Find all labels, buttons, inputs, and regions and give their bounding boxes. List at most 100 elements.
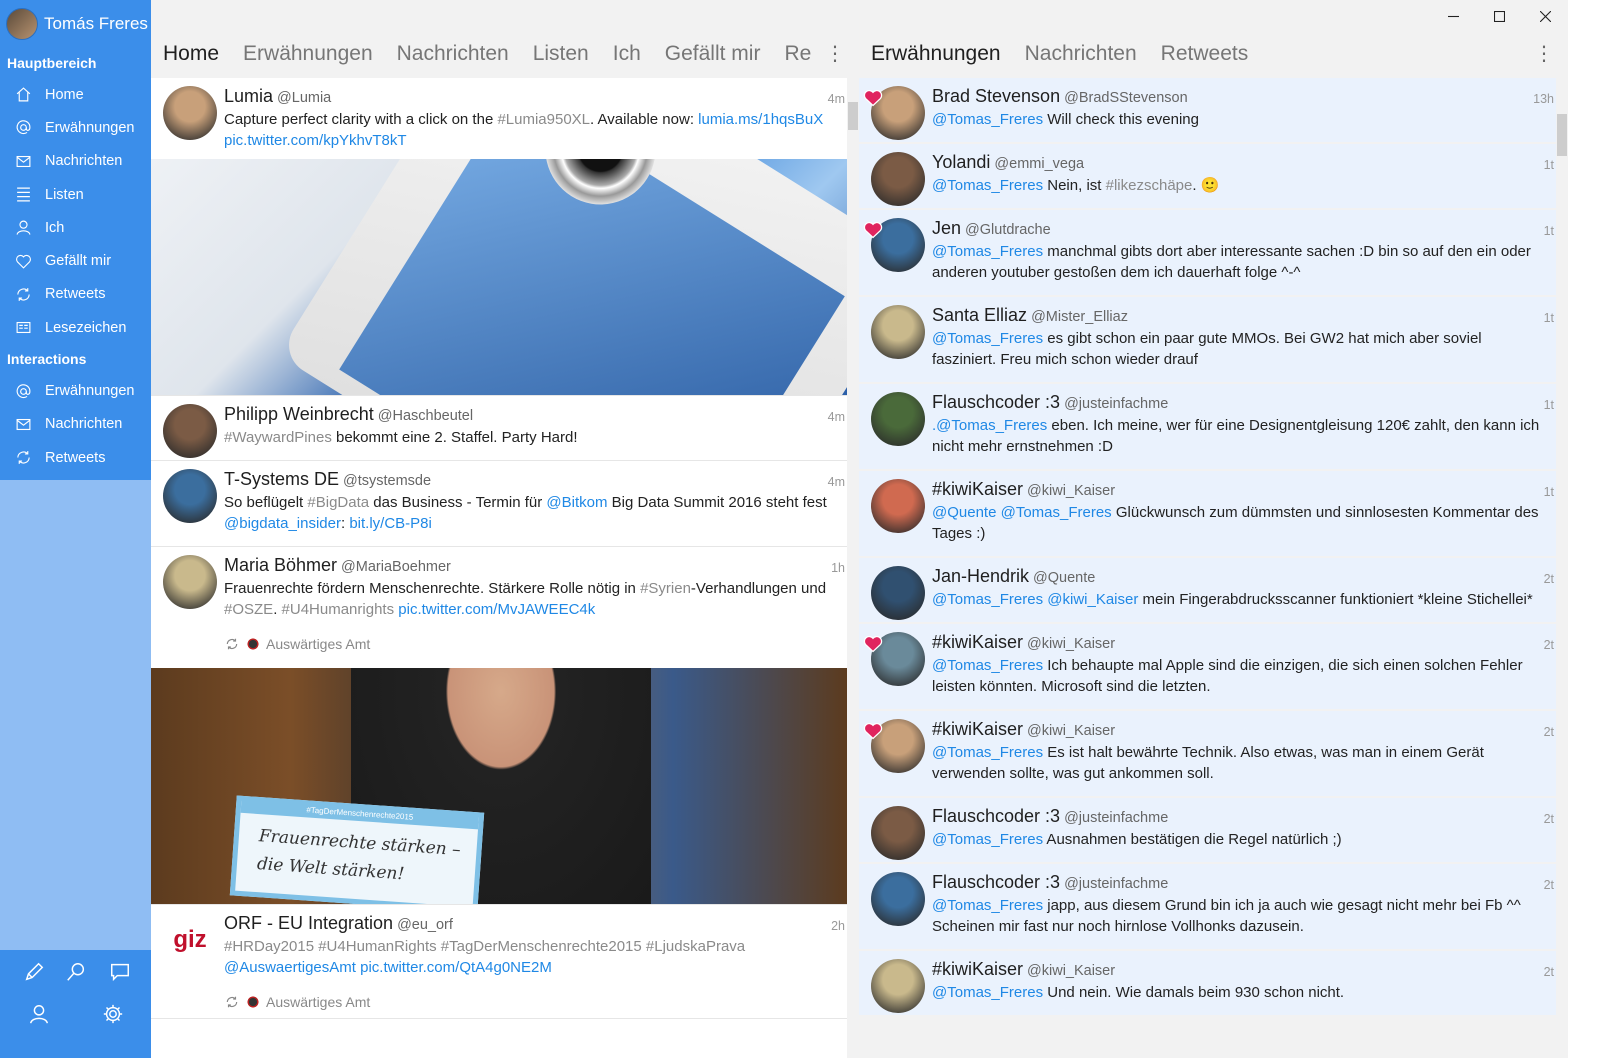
tweet-link[interactable]: @Tomas_Freres xyxy=(932,177,1043,194)
tweet-author-handle[interactable]: @Quente xyxy=(1033,570,1095,586)
tab-3[interactable]: Listen xyxy=(533,42,589,66)
tweet[interactable]: Philipp Weinbrecht @Haschbeutel 4m #Wayward… xyxy=(151,396,847,461)
tweet-link[interactable]: @Tomas_Freres xyxy=(932,243,1043,260)
tweet-author-handle[interactable]: @kiwi_Kaiser xyxy=(1027,483,1115,499)
avatar[interactable]: giz xyxy=(163,913,217,967)
hashtag[interactable]: #U4Humanrights xyxy=(282,601,395,618)
avatar[interactable] xyxy=(163,86,217,140)
tweet[interactable]: #kiwiKaiser @kiwi_Kaiser 2t @Tomas_Freres I… xyxy=(859,624,1556,711)
tweet[interactable]: #kiwiKaiser @kiwi_Kaiser 2t @Tomas_Freres U… xyxy=(859,951,1556,1017)
tweet-author-name[interactable]: #kiwiKaiser xyxy=(932,479,1023,499)
tweet-link[interactable]: @Tomas_Freres xyxy=(932,831,1043,848)
scrollbar[interactable] xyxy=(1556,78,1568,1058)
tweet-author-handle[interactable]: @justeinfachme xyxy=(1064,876,1168,892)
sidebar-item-main-listen[interactable]: Listen xyxy=(0,178,151,211)
tweet-author-name[interactable]: Flauschcoder :3 xyxy=(932,872,1060,892)
avatar[interactable] xyxy=(163,469,217,523)
tweet-author-name[interactable]: Maria Böhmer xyxy=(224,555,337,575)
tweet-author-handle[interactable]: @eu_orf xyxy=(397,917,453,933)
sidebar-item-main-ich[interactable]: Ich xyxy=(0,211,151,244)
avatar[interactable] xyxy=(871,479,925,533)
avatar[interactable] xyxy=(871,392,925,446)
sidebar-item-main-home[interactable]: Home xyxy=(0,78,151,111)
tweet-author-handle[interactable]: @justeinfachme xyxy=(1064,396,1168,412)
tweet-author-name[interactable]: Philipp Weinbrecht xyxy=(224,404,374,424)
tweet-author-handle[interactable]: @kiwi_Kaiser xyxy=(1027,723,1115,739)
avatar[interactable] xyxy=(871,305,925,359)
tweet[interactable]: giz ORF - EU Integration @eu_orf 2h #HRDay20… xyxy=(151,905,847,1019)
search-button[interactable] xyxy=(58,954,94,990)
account-header[interactable]: Tomás Freres xyxy=(0,0,151,48)
avatar[interactable] xyxy=(871,566,925,620)
sidebar-item-main-retweets[interactable]: Retweets xyxy=(0,278,151,311)
tweet-author-name[interactable]: #kiwiKaiser xyxy=(932,719,1023,739)
retweet-info[interactable]: Auswärtiges Amt xyxy=(224,636,833,660)
tweet-link[interactable]: @Tomas_Freres xyxy=(932,984,1043,1001)
messages-button[interactable] xyxy=(102,954,138,990)
tweet-author-name[interactable]: Santa Elliaz xyxy=(932,305,1027,325)
tweet-author-name[interactable]: Flauschcoder :3 xyxy=(932,392,1060,412)
scrollbar-thumb[interactable] xyxy=(848,102,858,130)
tweet-author-handle[interactable]: @MariaBoehmer xyxy=(341,559,451,575)
avatar[interactable] xyxy=(871,959,925,1013)
tweet-author-name[interactable]: Lumia xyxy=(224,86,273,106)
tweet[interactable]: #kiwiKaiser @kiwi_Kaiser 2t @Tomas_Freres E… xyxy=(859,711,1556,798)
tweet-image[interactable] xyxy=(151,159,847,395)
tweet-author-name[interactable]: Flauschcoder :3 xyxy=(932,806,1060,826)
tweet[interactable]: Lumia @Lumia 4m Capture perfect clarity wit… xyxy=(151,78,847,396)
tweet[interactable]: #kiwiKaiser @kiwi_Kaiser 1t @Quente @Tomas_… xyxy=(859,471,1556,558)
settings-button[interactable] xyxy=(95,996,131,1032)
tweet-author-handle[interactable]: @tsystemsde xyxy=(343,473,431,489)
tweet-author-handle[interactable]: @BradSStevenson xyxy=(1064,90,1188,106)
tweet-author-handle[interactable]: @kiwi_Kaiser xyxy=(1027,636,1115,652)
compose-button[interactable] xyxy=(16,954,52,990)
tweet-link[interactable]: @Tomas_Freres xyxy=(932,657,1043,674)
tweet[interactable]: T-Systems DE @tsystemsde 4m So beflügelt #B… xyxy=(151,461,847,547)
sidebar-item-main-gefällt-mir[interactable]: Gefällt mir xyxy=(0,244,151,277)
tweet-author-name[interactable]: Yolandi xyxy=(932,152,990,172)
tweet-author-name[interactable]: Jan-Hendrik xyxy=(932,566,1029,586)
tweet[interactable]: Flauschcoder :3 @justeinfachme 2t @Tomas_Fr… xyxy=(859,798,1556,864)
tab-0[interactable]: Erwähnungen xyxy=(871,42,1001,66)
tab-6[interactable]: Re xyxy=(784,42,811,66)
tweet-link[interactable]: @Tomas_Freres xyxy=(932,330,1043,347)
tweet[interactable]: Flauschcoder :3 @justeinfachme 2t @Tomas_Fr… xyxy=(859,864,1556,951)
avatar[interactable] xyxy=(163,404,217,458)
tweet-author-name[interactable]: Jen xyxy=(932,218,961,238)
tab-1[interactable]: Erwähnungen xyxy=(243,42,373,66)
tab-5[interactable]: Gefällt mir xyxy=(665,42,761,66)
tweet-link[interactable]: lumia.ms/1hqsBuX xyxy=(698,111,823,128)
avatar[interactable] xyxy=(871,806,925,860)
tweet[interactable]: Jen @Glutdrache 1t @Tomas_Freres manchmal g… xyxy=(859,210,1556,297)
tab-0[interactable]: Home xyxy=(163,42,219,66)
sidebar-item-int-retweets[interactable]: Retweets xyxy=(0,441,151,474)
profile-button[interactable] xyxy=(21,996,57,1032)
tweet-author-handle[interactable]: @Glutdrache xyxy=(965,222,1051,238)
tweet-author-handle[interactable]: @Lumia xyxy=(277,90,331,106)
hashtag[interactable]: #BigData xyxy=(307,494,369,511)
tweet-author-name[interactable]: ORF - EU Integration xyxy=(224,913,393,933)
mentions-feed[interactable]: Brad Stevenson @BradSStevenson 13h @Tomas_F… xyxy=(859,78,1556,1058)
avatar[interactable] xyxy=(163,555,217,609)
avatar[interactable] xyxy=(871,152,925,206)
home-feed[interactable]: Lumia @Lumia 4m Capture perfect clarity wit… xyxy=(151,78,847,1058)
tweet-link[interactable]: @Tomas_Freres xyxy=(932,744,1043,761)
hashtag[interactable]: #WaywardPines xyxy=(224,429,332,446)
tab-2[interactable]: Retweets xyxy=(1161,42,1249,66)
sidebar-item-int-nachrichten[interactable]: Nachrichten xyxy=(0,408,151,441)
tweet-link[interactable]: @Tomas_Freres xyxy=(932,111,1043,128)
tweet-link[interactable]: pic.twitter.com/QtA4g0NE2M xyxy=(360,959,552,976)
sidebar-item-int-erwähnungen[interactable]: Erwähnungen xyxy=(0,374,151,407)
sidebar-item-main-erwähnungen[interactable]: Erwähnungen xyxy=(0,111,151,144)
tweet[interactable]: Flauschcoder :3 @justeinfachme 1t .@Tomas_F… xyxy=(859,384,1556,471)
sidebar-item-main-nachrichten[interactable]: Nachrichten xyxy=(0,145,151,178)
tweet-link[interactable]: @AuswaertigesAmt xyxy=(224,959,356,976)
tweet-link[interactable]: @Tomas_Freres xyxy=(932,897,1043,914)
tweet[interactable]: Maria Böhmer @MariaBoehmer 1h Frauenrechte … xyxy=(151,547,847,905)
tweet[interactable]: Yolandi @emmi_vega 1t @Tomas_Freres Nein, i… xyxy=(859,144,1556,210)
tweet-author-handle[interactable]: @justeinfachme xyxy=(1064,810,1168,826)
tweet[interactable]: Santa Elliaz @Mister_Elliaz 1t @Tomas_Frere… xyxy=(859,297,1556,384)
tweet-author-name[interactable]: Brad Stevenson xyxy=(932,86,1060,106)
tab-1[interactable]: Nachrichten xyxy=(1025,42,1137,66)
retweet-info[interactable]: Auswärtiges Amt xyxy=(224,994,833,1018)
